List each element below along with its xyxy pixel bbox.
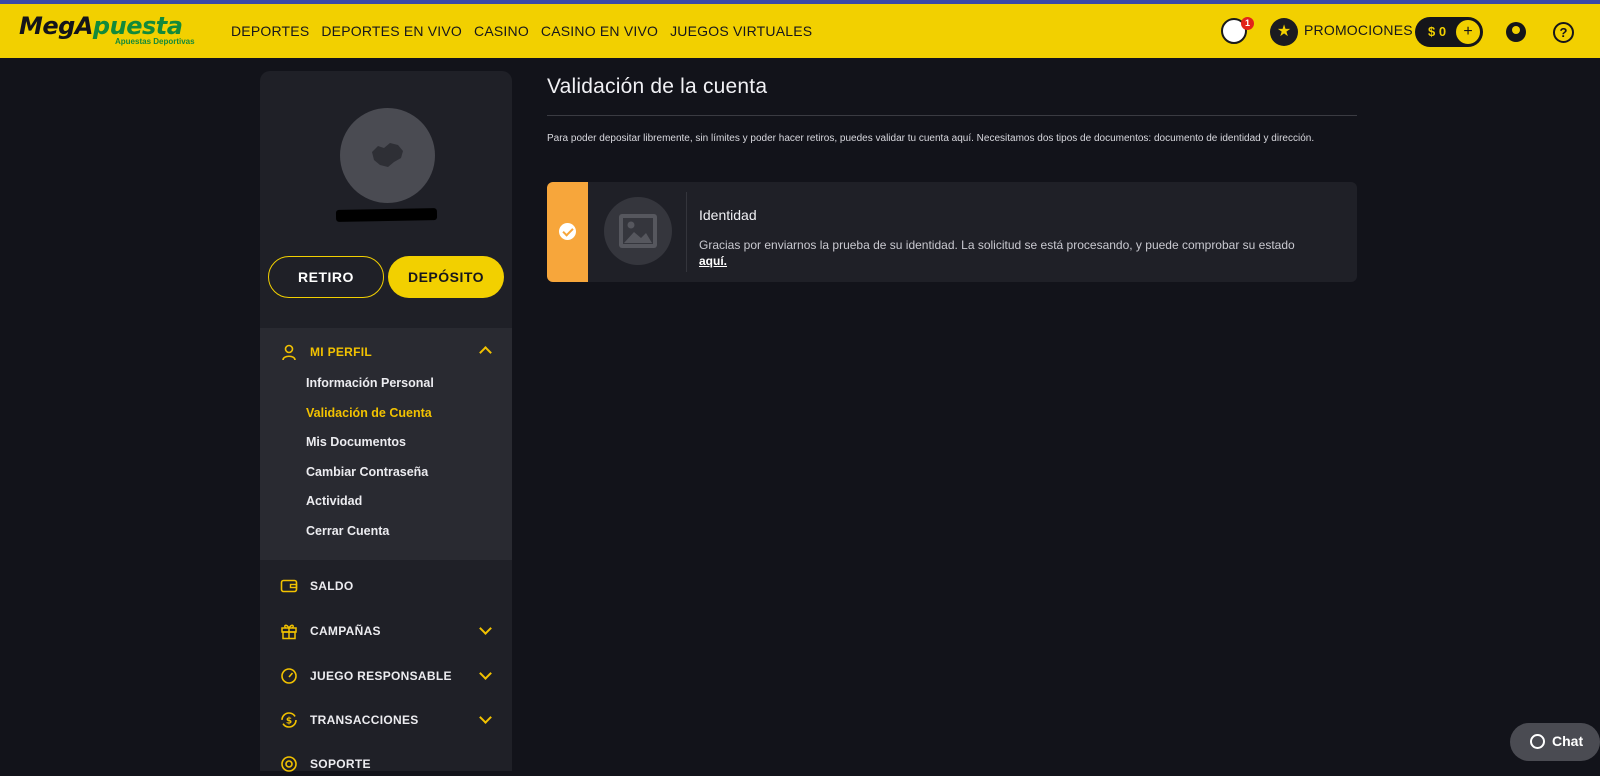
page-title: Validación de la cuenta — [547, 75, 768, 98]
identity-status-text: Gracias por enviarnos la prueba de su id… — [699, 238, 1295, 268]
profile-submenu: Información Personal Validación de Cuent… — [306, 376, 434, 553]
user-icon — [282, 344, 296, 361]
chevron-down-icon — [479, 622, 492, 635]
profile-menu-header[interactable]: MI PERFIL — [280, 340, 372, 364]
promotions-link[interactable]: PROMOCIONES — [1304, 22, 1413, 38]
wallet-icon — [280, 579, 298, 593]
image-placeholder — [604, 197, 672, 265]
status-stripe — [547, 182, 588, 282]
submenu-personal-info[interactable]: Información Personal — [306, 376, 434, 406]
sidebar-item-transacciones[interactable]: $ TRANSACCIONES — [280, 708, 492, 732]
avatar — [340, 108, 435, 203]
add-funds-button[interactable]: + — [1455, 19, 1481, 45]
logo-subtitle: Apuestas Deportivas — [115, 37, 195, 46]
nav-casino[interactable]: CASINO — [474, 23, 529, 39]
gift-count-badge: 1 — [1241, 17, 1254, 30]
main-nav: DEPORTES DEPORTES EN VIVO CASINO CASINO … — [231, 4, 812, 58]
sidebar-item-juego-responsable[interactable]: JUEGO RESPONSABLE — [280, 664, 492, 688]
gift-box-icon — [281, 624, 297, 640]
chat-label: Chat — [1552, 733, 1584, 749]
star-icon[interactable]: ★ — [1270, 18, 1298, 46]
sidebar-item-saldo[interactable]: SALDO — [280, 574, 492, 598]
check-icon — [559, 223, 576, 240]
megapuesta-logo[interactable]: MegApuesta Apuestas Deportivas — [19, 13, 195, 51]
nav-juegos-virtuales[interactable]: JUEGOS VIRTUALES — [670, 23, 812, 39]
submenu-my-documents[interactable]: Mis Documentos — [306, 435, 434, 465]
svg-text:$: $ — [286, 717, 292, 727]
top-header: MegApuesta Apuestas Deportivas DEPORTES … — [0, 4, 1600, 58]
nav-casino-en-vivo[interactable]: CASINO EN VIVO — [541, 23, 658, 39]
submenu-change-password[interactable]: Cambiar Contraseña — [306, 465, 434, 495]
image-icon — [619, 214, 657, 248]
title-divider — [547, 115, 1357, 116]
submenu-activity[interactable]: Actividad — [306, 494, 434, 524]
map-icon — [372, 143, 403, 167]
chat-bubble-icon — [1530, 734, 1545, 749]
redacted-username — [335, 208, 438, 222]
profile-menu-section: MI PERFIL Información Personal Validació… — [260, 328, 512, 560]
submenu-account-validation[interactable]: Validación de Cuenta — [306, 406, 434, 436]
deposit-button[interactable]: DEPÓSITO — [388, 256, 504, 298]
account-validation-panel: Validación de la cuenta Para poder depos… — [547, 71, 1357, 282]
identity-document-card[interactable]: Identidad Gracias por enviarnos la prueb… — [547, 182, 1357, 282]
exchange-icon: $ — [281, 712, 297, 728]
balance-value: $ 0 — [1428, 24, 1447, 39]
support-icon — [281, 756, 297, 772]
validation-intro-text: Para poder depositar libremente, sin lím… — [547, 133, 1315, 144]
chat-button[interactable]: Chat — [1510, 723, 1600, 761]
nav-deportes[interactable]: DEPORTES — [231, 23, 309, 39]
sidebar-item-soporte[interactable]: SOPORTE — [280, 752, 492, 776]
submenu-close-account[interactable]: Cerrar Cuenta — [306, 524, 434, 554]
profile-menu-label: MI PERFIL — [310, 345, 373, 359]
identity-title: Identidad — [699, 207, 757, 223]
chevron-down-icon — [479, 711, 492, 724]
gauge-icon — [281, 668, 297, 684]
status-check-link[interactable]: aquí. — [699, 254, 727, 268]
chevron-down-icon — [479, 667, 492, 680]
balance-pill[interactable]: $ 0 + — [1415, 17, 1483, 47]
sidebar-item-campanas[interactable]: CAMPAÑAS — [280, 619, 492, 643]
account-sidebar: RETIRO DEPÓSITO MI PERFIL Información Pe… — [260, 71, 512, 772]
user-account-icon[interactable] — [1506, 22, 1526, 42]
card-divider — [686, 192, 687, 272]
chevron-up-icon[interactable] — [479, 346, 492, 359]
nav-deportes-en-vivo[interactable]: DEPORTES EN VIVO — [321, 23, 462, 39]
withdraw-button[interactable]: RETIRO — [268, 256, 384, 298]
help-icon[interactable]: ? — [1553, 22, 1574, 43]
